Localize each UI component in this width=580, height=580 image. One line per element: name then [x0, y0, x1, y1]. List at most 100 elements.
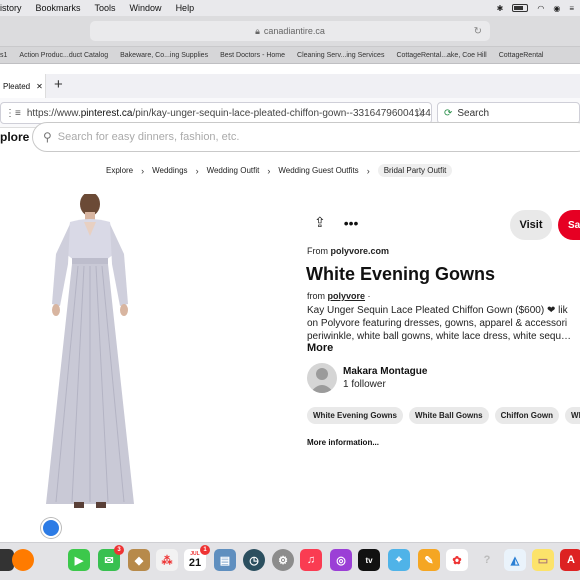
firefox-tab-bar: Pleated ✕ +	[0, 74, 580, 98]
more-link[interactable]: More	[307, 342, 333, 354]
search-engine-icon: ⟳	[444, 107, 453, 119]
safari-compass-icon[interactable]	[41, 518, 61, 538]
chevron-right-icon: ›	[195, 165, 199, 176]
screenshot-icon[interactable]: ◭	[504, 549, 526, 571]
bookmark-star-icon[interactable]: ☆	[414, 105, 426, 121]
breadcrumb-item[interactable]: Explore	[106, 166, 133, 175]
photos-icon[interactable]: ✿	[446, 549, 468, 571]
new-tab-button[interactable]: +	[54, 76, 63, 93]
safari-address-text: canadiantire.ca	[263, 26, 325, 36]
apple-tv-icon[interactable]: tv	[358, 549, 380, 571]
breadcrumb-item-current[interactable]: Bridal Party Outfit	[377, 164, 453, 177]
maps-icon[interactable]: ⌖	[388, 549, 410, 571]
pin-image-gown[interactable]	[34, 194, 146, 524]
search-field-label: Search	[457, 107, 490, 119]
macos-dock: ▶ ✉ 3 ◆ ⁂ JUL 21 1 ▤ ◷ ⚙ ♫ ◎ tv ⌖ ✎ ✿ ? ◭…	[0, 542, 580, 580]
source-line: From polyvore.com	[307, 246, 390, 256]
tag-chip[interactable]: White Ball Gowns	[409, 407, 489, 424]
more-options-icon[interactable]: •••	[344, 215, 359, 231]
menu-bookmarks[interactable]: Bookmarks	[29, 3, 88, 13]
chevron-right-icon: ›	[267, 165, 271, 176]
user-name[interactable]: Makara Montague	[343, 366, 427, 377]
pin-description: Kay Unger Sequin Lace Pleated Chiffon Go…	[307, 305, 572, 342]
more-information-link[interactable]: More information...	[307, 438, 379, 447]
bookmark-item[interactable]: Best Doctors - Home	[220, 52, 285, 59]
bookmark-item[interactable]: Bakeware, Co...ing Supplies	[120, 52, 208, 59]
menu-history[interactable]: istory	[0, 3, 29, 13]
status-icons: ✱ ◠ ◉ ≡	[497, 0, 574, 16]
chevron-right-icon: ›	[366, 165, 370, 176]
pinterest-search-input[interactable]: ⚲ Search for easy dinners, fashion, etc.	[32, 122, 580, 152]
battery-icon[interactable]	[512, 4, 529, 12]
tag-chip[interactable]: White C	[565, 407, 580, 424]
messages-icon[interactable]: ✉ 3	[98, 545, 124, 571]
avatar[interactable]	[307, 363, 337, 393]
bookmark-item[interactable]: CottageRental...ake, Coe Hill	[396, 52, 486, 59]
tab-pinterest[interactable]: Pleated ✕	[0, 74, 46, 98]
calendar-icon[interactable]: JUL 21 1	[184, 545, 210, 571]
chevron-right-icon: ›	[141, 165, 145, 176]
source-link[interactable]: polyvore.com	[331, 246, 390, 256]
bookmark-item[interactable]: Cleaning Serv...ing Services	[297, 52, 384, 59]
siri-icon[interactable]: ≡	[569, 4, 574, 13]
preview-icon[interactable]: ▤	[214, 549, 236, 571]
help-icon[interactable]: ?	[476, 549, 498, 571]
pin-actions: ⇪ •••	[314, 214, 358, 231]
close-tab-icon[interactable]: ✕	[36, 82, 43, 91]
follower-count: 1 follower	[343, 379, 386, 390]
page-info-icon[interactable]: ⋮≡	[5, 108, 21, 119]
safari-toolbar: 🔒︎ canadiantire.ca ↻	[0, 16, 580, 46]
breadcrumb: Explore › Weddings › Wedding Outfit › We…	[106, 164, 453, 177]
calendar-badge: 1	[200, 545, 210, 555]
system-preferences-icon[interactable]: ⚙	[272, 549, 294, 571]
breadcrumb-item[interactable]: Weddings	[152, 166, 187, 175]
search-placeholder: Search for easy dinners, fashion, etc.	[57, 131, 240, 143]
tv-label: tv	[365, 555, 373, 565]
pinterest-header: plore ⚲ Search for easy dinners, fashion…	[0, 122, 580, 188]
safari-bookmarks-bar: s1 Action Produc...duct Catalog Bakeware…	[0, 46, 580, 64]
keychain-icon[interactable]: ◆	[128, 549, 150, 571]
lock-icon: 🔒︎	[255, 25, 260, 36]
search-icon: ⚲	[43, 130, 52, 144]
firefox-url-field[interactable]: ⋮≡ https://www.pinterest.ca/pin/kay-unge…	[0, 102, 432, 124]
launchpad-icon[interactable]: ⁂	[156, 549, 178, 571]
breadcrumb-item[interactable]: Wedding Outfit	[207, 166, 260, 175]
calendar-day: 21	[188, 557, 202, 569]
facetime-icon[interactable]: ▶	[68, 549, 90, 571]
acrobat-icon[interactable]: A	[560, 549, 580, 571]
bookmark-item[interactable]: s1	[0, 52, 7, 59]
reload-icon[interactable]: ↻	[474, 26, 482, 37]
tag-chip[interactable]: White Evening Gowns	[307, 407, 404, 424]
firefox-search-field[interactable]: ⟳ Search	[437, 102, 580, 124]
menu-window[interactable]: Window	[123, 3, 169, 13]
pin-title: White Evening Gowns	[306, 264, 496, 284]
user-link[interactable]: polyvore	[328, 291, 366, 301]
bluetooth-icon[interactable]: ✱	[497, 4, 504, 13]
save-button[interactable]: Sa	[558, 210, 580, 240]
attribution-line: from polyvore ·	[307, 291, 371, 301]
menu-tools[interactable]: Tools	[88, 3, 123, 13]
tag-list: White Evening Gowns White Ball Gowns Chi…	[307, 407, 580, 424]
bookmark-item[interactable]: Action Produc...duct Catalog	[19, 52, 108, 59]
tag-chip[interactable]: Chiffon Gown	[494, 407, 560, 424]
wifi-icon[interactable]: ◠	[537, 4, 544, 13]
pages-icon[interactable]: ✎	[418, 549, 440, 571]
tab-title: Pleated	[3, 81, 31, 91]
podcasts-icon[interactable]: ◎	[330, 549, 352, 571]
macos-menu-bar: istory Bookmarks Tools Window Help ✱ ◠ ◉…	[0, 0, 580, 16]
user-icon[interactable]: ◉	[553, 4, 560, 13]
url-text: https://www.pinterest.ca/pin/kay-unger-s…	[26, 107, 432, 119]
share-icon[interactable]: ⇪	[314, 214, 326, 231]
bookmark-item[interactable]: CottageRental	[499, 52, 544, 59]
safari-address-bar[interactable]: 🔒︎ canadiantire.ca ↻	[90, 21, 490, 41]
visit-button[interactable]: Visit	[510, 210, 552, 240]
music-icon[interactable]: ♫	[300, 549, 322, 571]
messages-badge: 3	[114, 545, 124, 555]
explore-link[interactable]: plore	[0, 130, 29, 144]
time-machine-icon[interactable]: ◷	[243, 549, 265, 571]
menu-help[interactable]: Help	[169, 3, 202, 13]
firefox-icon[interactable]	[12, 549, 34, 571]
user-avatar-icon	[310, 368, 334, 393]
notes-icon[interactable]: ▭	[532, 549, 554, 571]
breadcrumb-item[interactable]: Wedding Guest Outfits	[278, 166, 358, 175]
